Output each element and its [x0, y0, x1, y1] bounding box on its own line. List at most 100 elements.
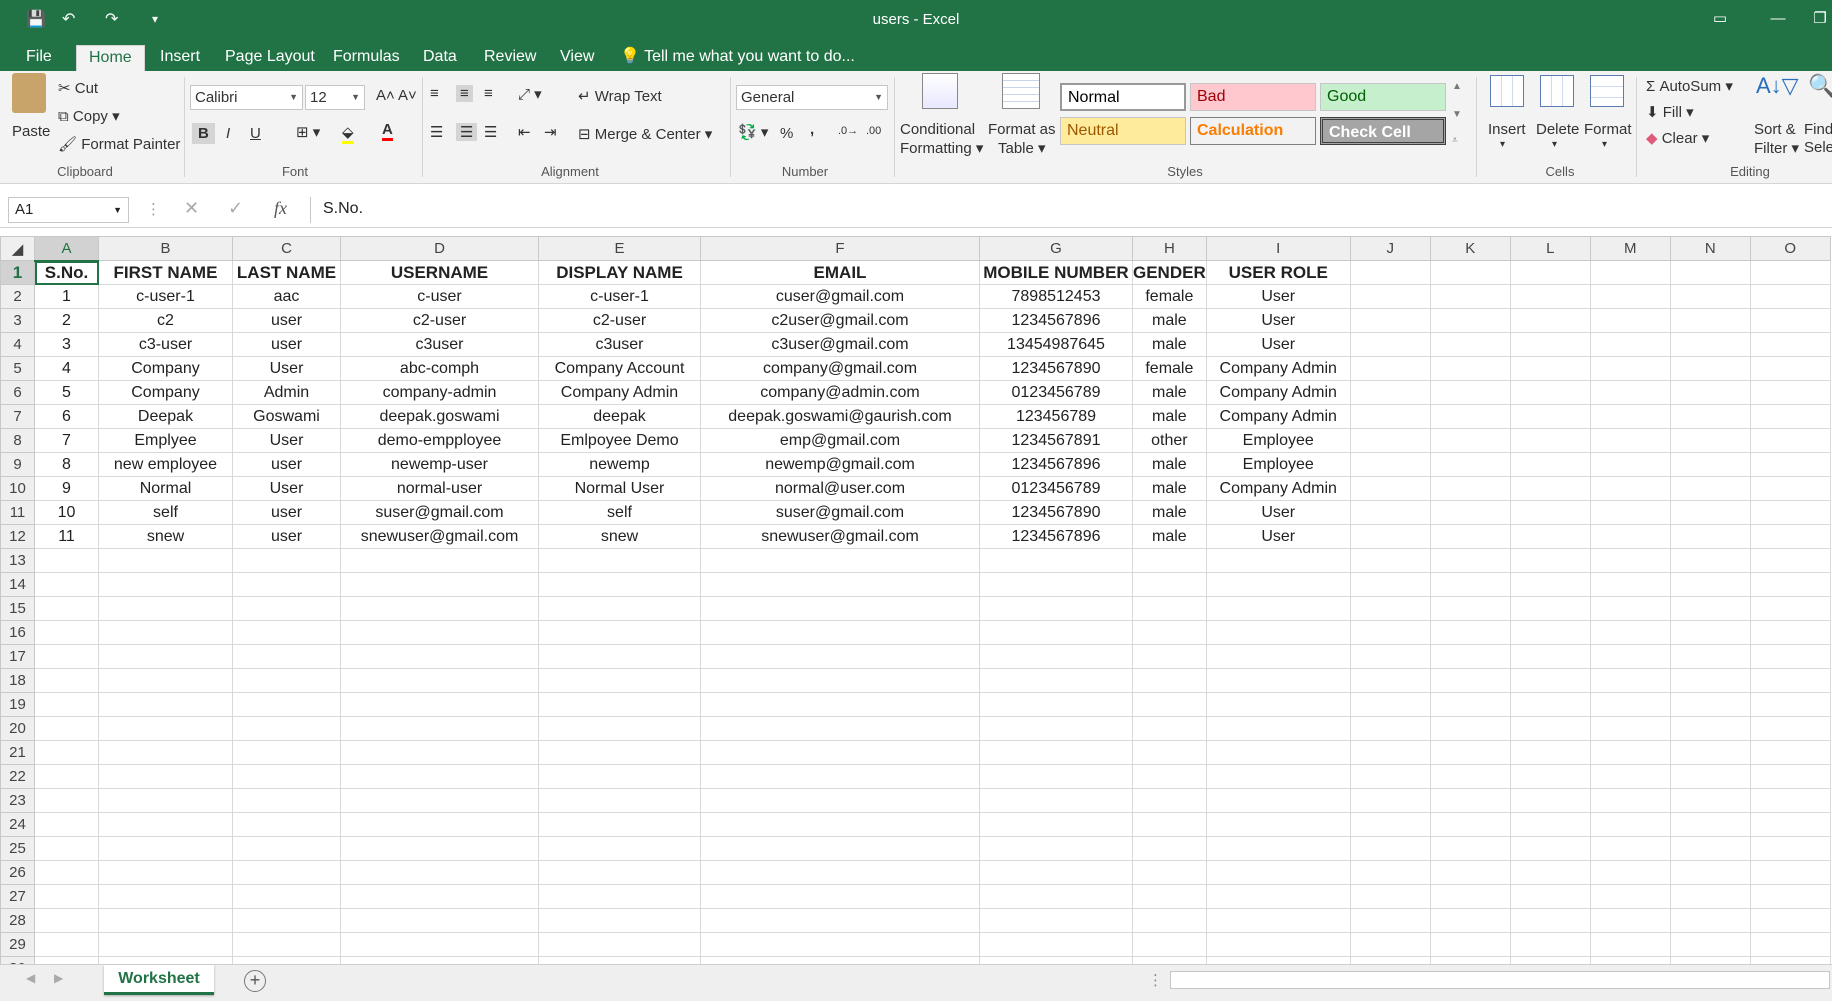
cell-g5[interactable]: 1234567890	[979, 356, 1133, 381]
tab-file[interactable]: File	[24, 45, 54, 71]
cell-i23[interactable]	[1205, 788, 1351, 813]
cell-g14[interactable]	[979, 572, 1133, 597]
cell-l30[interactable]	[1509, 956, 1591, 964]
cell-i5[interactable]: Company Admin	[1205, 356, 1351, 381]
cell-j29[interactable]	[1349, 932, 1431, 957]
cell-i27[interactable]	[1205, 884, 1351, 909]
style-neutral[interactable]: Neutral	[1060, 117, 1186, 145]
cell-e20[interactable]	[538, 716, 701, 741]
align-top-icon[interactable]: ≡	[430, 85, 439, 102]
format-painter-button[interactable]: 🖌 Format Painter	[58, 135, 180, 153]
row-header[interactable]: 7	[0, 404, 35, 429]
cell-d7[interactable]: deepak.goswami	[340, 404, 539, 429]
row-header[interactable]: 26	[0, 860, 35, 885]
cell-c25[interactable]	[232, 836, 341, 861]
align-center-icon[interactable]: ☰	[456, 123, 478, 141]
cell-e27[interactable]	[538, 884, 701, 909]
cell-l24[interactable]	[1509, 812, 1591, 837]
add-sheet-icon[interactable]: +	[244, 970, 266, 992]
cell-d2[interactable]: c-user	[340, 284, 539, 309]
cell-h2[interactable]: female	[1132, 284, 1207, 309]
cell-n14[interactable]	[1669, 572, 1751, 597]
decrease-font-icon[interactable]: A˅	[398, 87, 417, 104]
cell-c14[interactable]	[232, 572, 341, 597]
italic-button[interactable]: I	[226, 125, 230, 142]
cell-c23[interactable]	[232, 788, 341, 813]
align-right-icon[interactable]: ☰	[484, 123, 497, 141]
cell-j17[interactable]	[1349, 644, 1431, 669]
tab-review[interactable]: Review	[482, 45, 538, 71]
cell-f22[interactable]	[700, 764, 980, 789]
cell-c11[interactable]: user	[232, 500, 341, 525]
cell-g19[interactable]	[979, 692, 1133, 717]
cell-l7[interactable]	[1509, 404, 1591, 429]
cell-o26[interactable]	[1749, 860, 1831, 885]
cell-a13[interactable]	[34, 548, 99, 573]
cell-d19[interactable]	[340, 692, 539, 717]
column-header-l[interactable]: L	[1509, 236, 1591, 261]
cell-j27[interactable]	[1349, 884, 1431, 909]
cell-j30[interactable]	[1349, 956, 1431, 964]
column-header-e[interactable]: E	[538, 236, 701, 261]
row-header[interactable]: 16	[0, 620, 35, 645]
column-header-c[interactable]: C	[232, 236, 341, 261]
cell-o5[interactable]	[1749, 356, 1831, 381]
cell-g22[interactable]	[979, 764, 1133, 789]
chevron-down-icon[interactable]: ▾	[1602, 139, 1607, 150]
row-header[interactable]: 28	[0, 908, 35, 933]
style-normal[interactable]: Normal	[1060, 83, 1186, 111]
cell-a12[interactable]: 11	[34, 524, 99, 549]
column-header-n[interactable]: N	[1669, 236, 1751, 261]
row-header[interactable]: 6	[0, 380, 35, 405]
row-header[interactable]: 8	[0, 428, 35, 453]
cell-b13[interactable]	[98, 548, 233, 573]
cell-j22[interactable]	[1349, 764, 1431, 789]
font-name-select[interactable]: Calibri ▼	[190, 85, 303, 110]
row-header[interactable]: 3	[0, 308, 35, 333]
cell-e16[interactable]	[538, 620, 701, 645]
cell-k28[interactable]	[1429, 908, 1511, 933]
cell-a2[interactable]: 1	[34, 284, 99, 309]
cell-e11[interactable]: self	[538, 500, 701, 525]
cell-n30[interactable]	[1669, 956, 1751, 964]
cell-c12[interactable]: user	[232, 524, 341, 549]
style-bad[interactable]: Bad	[1190, 83, 1316, 111]
cell-o6[interactable]	[1749, 380, 1831, 405]
cell-b20[interactable]	[98, 716, 233, 741]
row-header[interactable]: 13	[0, 548, 35, 573]
cell-l25[interactable]	[1509, 836, 1591, 861]
cell-b3[interactable]: c2	[98, 308, 233, 333]
cell-b22[interactable]	[98, 764, 233, 789]
cell-c28[interactable]	[232, 908, 341, 933]
cell-i22[interactable]	[1205, 764, 1351, 789]
cell-i2[interactable]: User	[1205, 284, 1351, 309]
cell-n6[interactable]	[1669, 380, 1751, 405]
cell-o10[interactable]	[1749, 476, 1831, 501]
cell-b27[interactable]	[98, 884, 233, 909]
clear-button[interactable]: ◆ Clear ▾	[1646, 129, 1709, 147]
cell-j2[interactable]	[1349, 284, 1431, 309]
cell-e30[interactable]	[538, 956, 701, 964]
cell-a10[interactable]: 9	[34, 476, 99, 501]
cell-m7[interactable]	[1589, 404, 1671, 429]
cell-i15[interactable]	[1205, 596, 1351, 621]
cell-e24[interactable]	[538, 812, 701, 837]
chevron-down-icon[interactable]: ▾	[1552, 139, 1557, 150]
column-header-h[interactable]: H	[1132, 236, 1207, 261]
tab-view[interactable]: View	[558, 45, 596, 71]
cell-n1[interactable]	[1669, 260, 1751, 285]
cell-g11[interactable]: 1234567890	[979, 500, 1133, 525]
cell-l9[interactable]	[1509, 452, 1591, 477]
cell-d9[interactable]: newemp-user	[340, 452, 539, 477]
cell-n17[interactable]	[1669, 644, 1751, 669]
cell-e14[interactable]	[538, 572, 701, 597]
cell-c27[interactable]	[232, 884, 341, 909]
cell-k5[interactable]	[1429, 356, 1511, 381]
cell-h30[interactable]	[1132, 956, 1207, 964]
cell-k8[interactable]	[1429, 428, 1511, 453]
sort-filter-button-line2[interactable]: Filter ▾	[1754, 139, 1799, 157]
cell-l19[interactable]	[1509, 692, 1591, 717]
cell-o3[interactable]	[1749, 308, 1831, 333]
cell-l22[interactable]	[1509, 764, 1591, 789]
cell-c2[interactable]: aac	[232, 284, 341, 309]
